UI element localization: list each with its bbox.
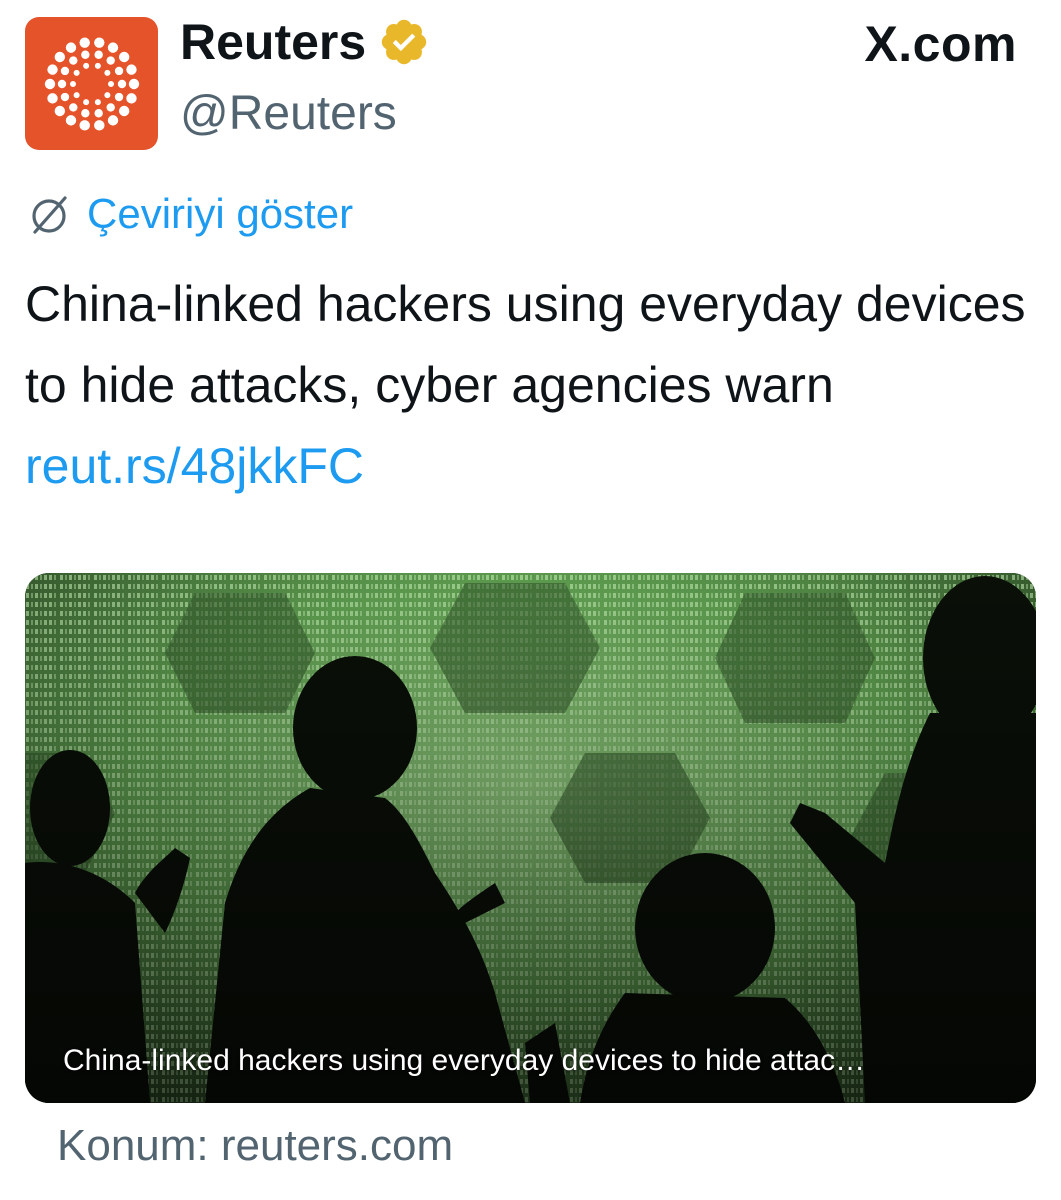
- tweet-body: China-linked hackers using everyday devi…: [25, 276, 1026, 413]
- reuters-logo-icon: [44, 36, 139, 131]
- tweet-link[interactable]: reut.rs/48jkkFC: [25, 438, 364, 494]
- card-image: [25, 573, 1036, 1103]
- verified-badge-icon: [381, 19, 427, 65]
- display-name-text: Reuters: [180, 14, 367, 70]
- show-translation-label: Çeviriyi göster: [87, 190, 354, 237]
- tweet-text: China-linked hackers using everyday devi…: [25, 264, 1035, 507]
- show-translation-button[interactable]: Çeviriyi göster: [25, 187, 353, 241]
- card-caption: China-linked hackers using everyday devi…: [63, 1044, 866, 1077]
- reuters-avatar[interactable]: [25, 17, 158, 150]
- globe-slash-icon: [32, 196, 67, 234]
- card-source[interactable]: Konum: reuters.com: [57, 1118, 453, 1174]
- site-label: X.com: [864, 16, 1017, 72]
- display-name[interactable]: Reuters: [180, 12, 430, 72]
- user-handle[interactable]: @Reuters: [180, 86, 397, 142]
- link-preview-card[interactable]: China-linked hackers using everyday devi…: [25, 573, 1036, 1103]
